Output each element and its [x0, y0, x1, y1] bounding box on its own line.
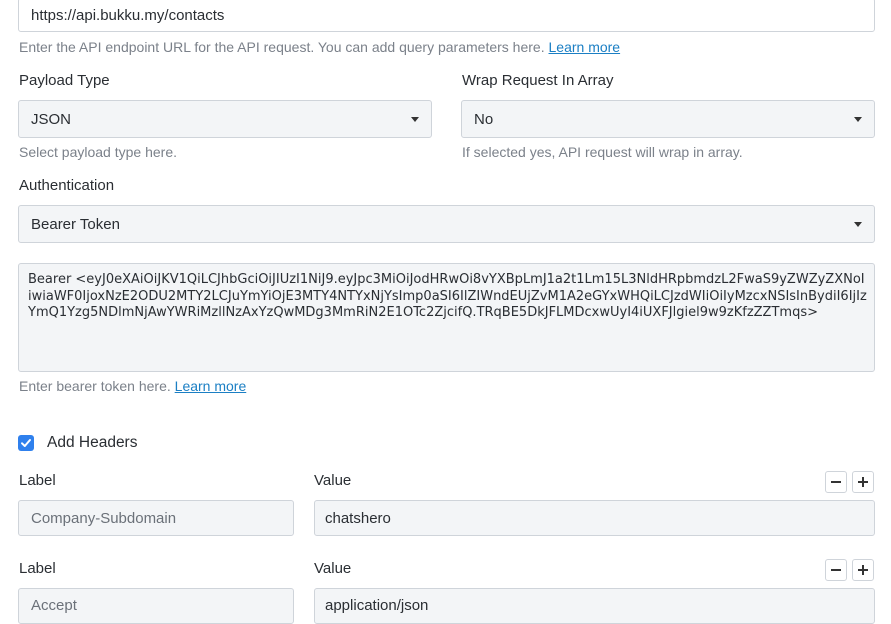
- header-label-value: Accept: [31, 597, 77, 614]
- bearer-help-desc: Enter bearer token here.: [19, 378, 171, 394]
- wrap-request-label: Wrap Request In Array: [462, 72, 614, 89]
- header-label-input[interactable]: Company-Subdomain: [18, 500, 294, 536]
- header-value-title: Value: [314, 560, 352, 577]
- header-value-input[interactable]: chatshero: [314, 500, 875, 536]
- header-value-title: Value: [314, 472, 352, 489]
- remove-header-button[interactable]: [825, 471, 847, 493]
- endpoint-help-text: Enter the API endpoint URL for the API r…: [19, 39, 620, 55]
- bearer-help-text: Enter bearer token here. Learn more: [19, 378, 246, 394]
- payload-type-label: Payload Type: [19, 72, 110, 89]
- header-label-value: Company-Subdomain: [31, 509, 177, 527]
- endpoint-learn-more-link[interactable]: Learn more: [549, 39, 621, 55]
- minus-icon: [831, 569, 841, 571]
- bearer-token-value: Bearer <eyJ0eXAiOiJKV1QiLCJhbGciOiJIUzI1…: [28, 272, 867, 320]
- endpoint-url-input[interactable]: https://api.bukku.my/contacts: [18, 0, 875, 32]
- minus-icon: [831, 481, 841, 483]
- add-headers-label: Add Headers: [47, 434, 138, 451]
- add-header-button[interactable]: [852, 559, 874, 581]
- chevron-down-icon: [854, 222, 862, 227]
- header-label-input[interactable]: Accept: [18, 588, 294, 624]
- chevron-down-icon: [854, 117, 862, 122]
- payload-type-select[interactable]: JSON: [18, 100, 432, 138]
- payload-type-help: Select payload type here.: [19, 144, 177, 160]
- add-headers-checkbox[interactable]: [18, 435, 34, 451]
- add-header-button[interactable]: [852, 471, 874, 493]
- header-label-title: Label: [19, 560, 56, 577]
- plus-icon: [858, 477, 868, 487]
- chevron-down-icon: [411, 117, 419, 122]
- endpoint-help-desc: Enter the API endpoint URL for the API r…: [19, 39, 545, 55]
- wrap-request-select[interactable]: No: [461, 100, 875, 138]
- header-value-input[interactable]: application/json: [314, 588, 875, 624]
- bearer-token-textarea[interactable]: Bearer <eyJ0eXAiOiJKV1QiLCJhbGciOiJIUzI1…: [18, 263, 875, 372]
- header-value-value: application/json: [325, 597, 429, 614]
- header-label-title: Label: [19, 472, 56, 489]
- endpoint-url-value: https://api.bukku.my/contacts: [31, 6, 225, 24]
- remove-header-button[interactable]: [825, 559, 847, 581]
- authentication-value: Bearer Token: [31, 215, 120, 233]
- wrap-request-value: No: [474, 110, 494, 128]
- header-value-value: chatshero: [325, 509, 391, 527]
- payload-type-value: JSON: [31, 110, 72, 128]
- wrap-request-help: If selected yes, API request will wrap i…: [462, 144, 743, 160]
- authentication-label: Authentication: [19, 177, 115, 194]
- check-icon: [21, 439, 31, 447]
- plus-icon: [858, 565, 868, 575]
- bearer-learn-more-link[interactable]: Learn more: [175, 378, 247, 394]
- authentication-select[interactable]: Bearer Token: [18, 205, 875, 243]
